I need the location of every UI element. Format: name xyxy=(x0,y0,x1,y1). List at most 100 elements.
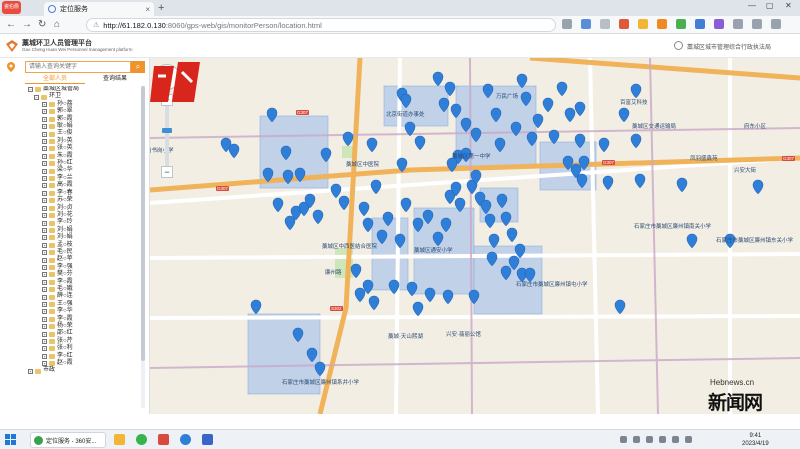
extension-green-icon[interactable] xyxy=(676,19,686,29)
zoom-slider-handle[interactable] xyxy=(162,128,172,133)
tab-query-results[interactable]: 查询结果 xyxy=(85,74,145,84)
person-location-pin-icon[interactable] xyxy=(602,175,614,191)
reload-icon[interactable]: ↻ xyxy=(38,19,46,31)
person-location-pin-icon[interactable] xyxy=(506,227,518,243)
tree-node-person[interactable]: + 李○兰 xyxy=(28,175,140,182)
person-location-pin-icon[interactable] xyxy=(630,83,642,99)
expand-icon[interactable]: + xyxy=(42,183,47,189)
user-icon[interactable] xyxy=(674,41,683,50)
url-field[interactable]: ⚠ http://61.182.0.130:8060/gps-web/gis/m… xyxy=(86,18,556,32)
expand-icon[interactable]: + xyxy=(42,353,47,359)
person-location-pin-icon[interactable] xyxy=(630,133,642,149)
expand-icon[interactable]: + xyxy=(42,176,47,182)
person-location-pin-icon[interactable] xyxy=(362,217,374,233)
person-location-pin-icon[interactable] xyxy=(618,107,630,123)
tree-node-person[interactable]: + 毛○娥 xyxy=(28,286,140,293)
tree-node-root[interactable]: − 藁城区城管局 xyxy=(28,86,140,93)
expand-icon[interactable]: + xyxy=(28,368,33,374)
tree-node-person[interactable]: + 刘○贞 xyxy=(28,205,140,212)
person-location-pin-icon[interactable] xyxy=(484,213,496,229)
person-location-pin-icon[interactable] xyxy=(400,197,412,213)
expand-icon[interactable]: + xyxy=(42,339,47,345)
tab-all-personnel[interactable]: 全部人员 xyxy=(25,74,85,84)
tree-node-person[interactable]: + 张○芹 xyxy=(28,338,140,345)
collapse-icon[interactable]: − xyxy=(34,94,39,100)
tree-node-person[interactable]: + 苏○荣 xyxy=(28,197,140,204)
tree-node-person[interactable]: + 郭○霞 xyxy=(28,116,140,123)
expand-icon[interactable]: + xyxy=(42,272,47,278)
expand-icon[interactable]: + xyxy=(42,331,47,337)
expand-icon[interactable]: + xyxy=(42,205,47,211)
tree-node-person[interactable]: + 李○霞 xyxy=(28,316,140,323)
tree-node-person[interactable]: + 薛○连 xyxy=(28,293,140,300)
tree-node-person[interactable]: + 刘○娟 xyxy=(28,234,140,241)
expand-icon[interactable]: + xyxy=(42,361,47,367)
expand-icon[interactable]: + xyxy=(42,109,47,115)
extension-yellow-icon[interactable] xyxy=(638,19,648,29)
new-tab-button[interactable]: + xyxy=(158,2,164,14)
minimize-icon[interactable]: — xyxy=(748,1,756,10)
extension-red-icon[interactable] xyxy=(619,19,629,29)
tree-node-person[interactable]: + 刘○花 xyxy=(28,212,140,219)
browser-tab-location[interactable]: 定位服务 × xyxy=(44,2,154,16)
volume-icon[interactable] xyxy=(685,436,692,443)
person-location-pin-icon[interactable] xyxy=(312,209,324,225)
expand-icon[interactable]: + xyxy=(42,346,47,352)
zoom-out-button[interactable]: − xyxy=(161,166,173,178)
extension-purple-icon[interactable] xyxy=(714,19,724,29)
tree-node-person[interactable]: + 李○华 xyxy=(28,308,140,315)
person-location-pin-icon[interactable] xyxy=(634,173,646,189)
menu-icon[interactable] xyxy=(771,19,781,29)
tray-icon[interactable] xyxy=(646,436,653,443)
tree-node-person[interactable]: + 王○俊 xyxy=(28,130,140,137)
expand-icon[interactable]: + xyxy=(42,124,47,130)
tree-node-person[interactable]: + 赵○苹 xyxy=(28,256,140,263)
tree-node-person[interactable]: + 李○红 xyxy=(28,353,140,360)
close-tab-icon[interactable]: × xyxy=(145,5,150,14)
tree-node-person[interactable]: + 耿○娟 xyxy=(28,123,140,130)
expand-icon[interactable]: + xyxy=(42,168,47,174)
expand-icon[interactable]: + xyxy=(42,198,47,204)
tree-node-person[interactable]: + 李○霞 xyxy=(28,279,140,286)
person-location-pin-icon[interactable] xyxy=(414,135,426,151)
scrollbar-thumb[interactable] xyxy=(141,86,145,361)
home-icon[interactable]: ⌂ xyxy=(54,19,60,31)
expand-icon[interactable]: + xyxy=(42,213,47,219)
forward-arrow-icon[interactable]: → xyxy=(22,19,32,31)
expand-icon[interactable]: + xyxy=(42,235,47,241)
person-location-pin-icon[interactable] xyxy=(370,179,382,195)
person-location-pin-icon[interactable] xyxy=(500,211,512,227)
network-icon[interactable] xyxy=(672,436,679,443)
person-location-pin-icon[interactable] xyxy=(574,101,586,117)
windows-start-icon[interactable] xyxy=(5,434,16,445)
wechat-icon[interactable] xyxy=(136,434,147,445)
extension-blue-icon[interactable] xyxy=(695,19,705,29)
undo-icon[interactable] xyxy=(733,19,743,29)
tree-scrollbar[interactable] xyxy=(141,86,145,408)
expand-icon[interactable]: + xyxy=(42,264,47,270)
expand-icon[interactable]: + xyxy=(42,161,47,167)
tree-node-municipal[interactable]: + 市政 xyxy=(28,367,140,374)
person-location-pin-icon[interactable] xyxy=(676,177,688,193)
expand-icon[interactable]: + xyxy=(42,287,47,293)
tree-node-person[interactable]: + 张○利 xyxy=(28,345,140,352)
person-location-pin-icon[interactable] xyxy=(686,233,698,249)
expand-icon[interactable]: + xyxy=(42,153,47,159)
download-icon[interactable] xyxy=(752,19,762,29)
expand-icon[interactable]: + xyxy=(42,131,47,137)
tree-node-group[interactable]: − 环卫 xyxy=(28,93,140,100)
person-location-pin-icon[interactable] xyxy=(752,179,764,195)
expand-icon[interactable]: + xyxy=(42,279,47,285)
search-input[interactable] xyxy=(25,61,131,73)
tree-node-person[interactable]: + 李○玲 xyxy=(28,219,140,226)
person-location-pin-icon[interactable] xyxy=(614,299,626,315)
person-location-pin-icon[interactable] xyxy=(598,137,610,153)
tree-node-person[interactable]: + 高○霞 xyxy=(28,182,140,189)
user-name[interactable]: 藁城区城市管理综合行政执法局 xyxy=(687,42,771,51)
person-location-pin-icon[interactable] xyxy=(358,201,370,217)
map-view[interactable]: 岗书岗小学 北京街道办事处 百富艾科技 藁城区交通运输局 万民广场 藁城区中医院… xyxy=(150,58,800,414)
expand-icon[interactable]: + xyxy=(42,116,47,122)
tree-node-person[interactable]: + 张○英 xyxy=(28,145,140,152)
tray-icon[interactable] xyxy=(620,436,627,443)
tree-node-person[interactable]: + 刘○娟 xyxy=(28,227,140,234)
